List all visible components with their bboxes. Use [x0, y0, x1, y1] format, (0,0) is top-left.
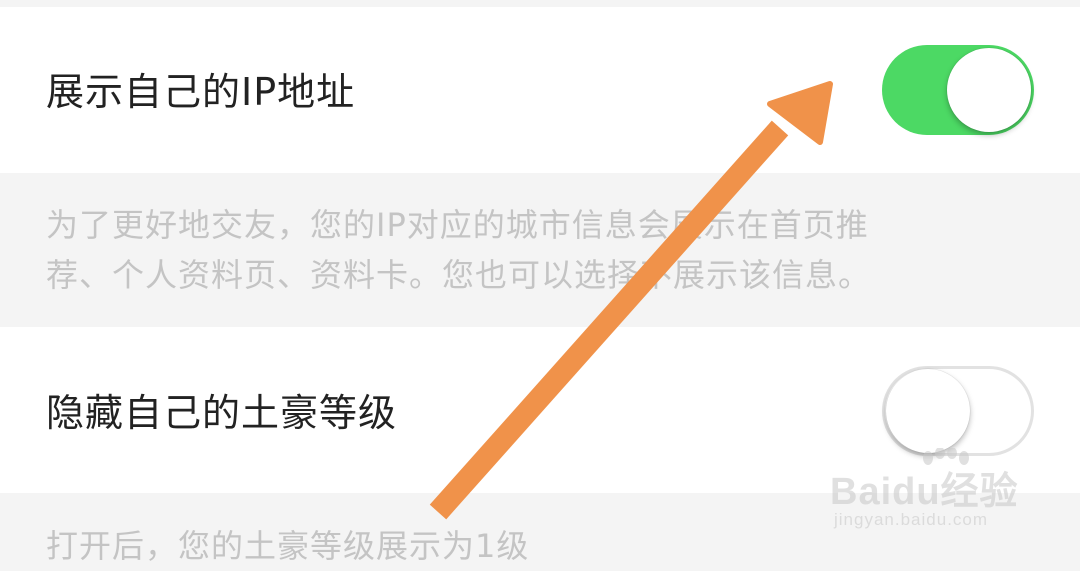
baidu-jingyan-watermark: Baidu经验 jingyan.baidu.com — [830, 448, 1030, 538]
description-line: 为了更好地交友，您的IP对应的城市信息会展示在首页推 — [46, 206, 869, 244]
watermark-brand: Baidu经验 — [830, 471, 1019, 513]
setting-description-hide-tuhao-level: 打开后，您的土豪等级展示为1级 — [46, 521, 529, 571]
setting-description-show-ip: 为了更好地交友，您的IP对应的城市信息会展示在首页推 荐、个人资料页、资料卡。您… — [46, 200, 871, 300]
toggle-knob — [886, 369, 970, 453]
hide-tuhao-level-toggle[interactable] — [882, 366, 1034, 456]
setting-row-show-ip: 展示自己的IP地址 — [0, 7, 1080, 173]
description-line: 打开后，您的土豪等级展示为1级 — [46, 527, 530, 565]
top-divider — [0, 0, 1080, 7]
toggle-knob — [947, 48, 1031, 132]
show-ip-toggle[interactable] — [882, 45, 1034, 135]
description-line: 荐、个人资料页、资料卡。您也可以选择不展示该信息。 — [46, 256, 872, 294]
watermark-url: jingyan.baidu.com — [834, 510, 989, 529]
setting-label-hide-tuhao-level: 隐藏自己的土豪等级 — [46, 391, 398, 435]
setting-label-show-ip: 展示自己的IP地址 — [46, 70, 356, 114]
